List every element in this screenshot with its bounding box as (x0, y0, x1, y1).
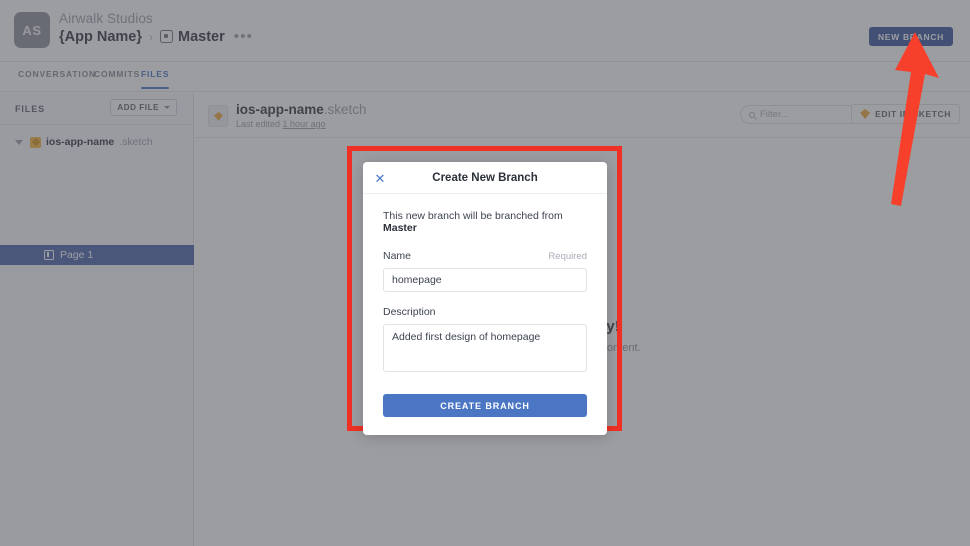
name-label: Name (383, 250, 412, 262)
modal-lede: This new branch will be branched from Ma… (383, 210, 587, 234)
create-new-branch-modal: ✕ Create New Branch This new branch will… (363, 162, 607, 435)
name-required-badge: Required (548, 251, 587, 262)
branch-description-input[interactable] (383, 324, 587, 372)
modal-lede-branch: Master (383, 222, 417, 234)
create-branch-button[interactable]: CREATE BRANCH (383, 394, 587, 417)
branch-name-input[interactable] (383, 268, 587, 292)
description-field-header: Description (383, 306, 587, 318)
field-spacer (383, 292, 587, 306)
modal-title: Create New Branch (432, 171, 538, 184)
close-x-icon[interactable]: ✕ (372, 170, 388, 186)
description-label: Description (383, 306, 436, 318)
modal-lede-prefix: This new branch will be branched from (383, 210, 563, 222)
app-window: AS Airwalk Studios {App Name} › Master •… (0, 0, 970, 546)
modal-body: This new branch will be branched from Ma… (363, 194, 607, 435)
modal-header: ✕ Create New Branch (363, 162, 607, 194)
name-field-header: Name Required (383, 250, 587, 262)
